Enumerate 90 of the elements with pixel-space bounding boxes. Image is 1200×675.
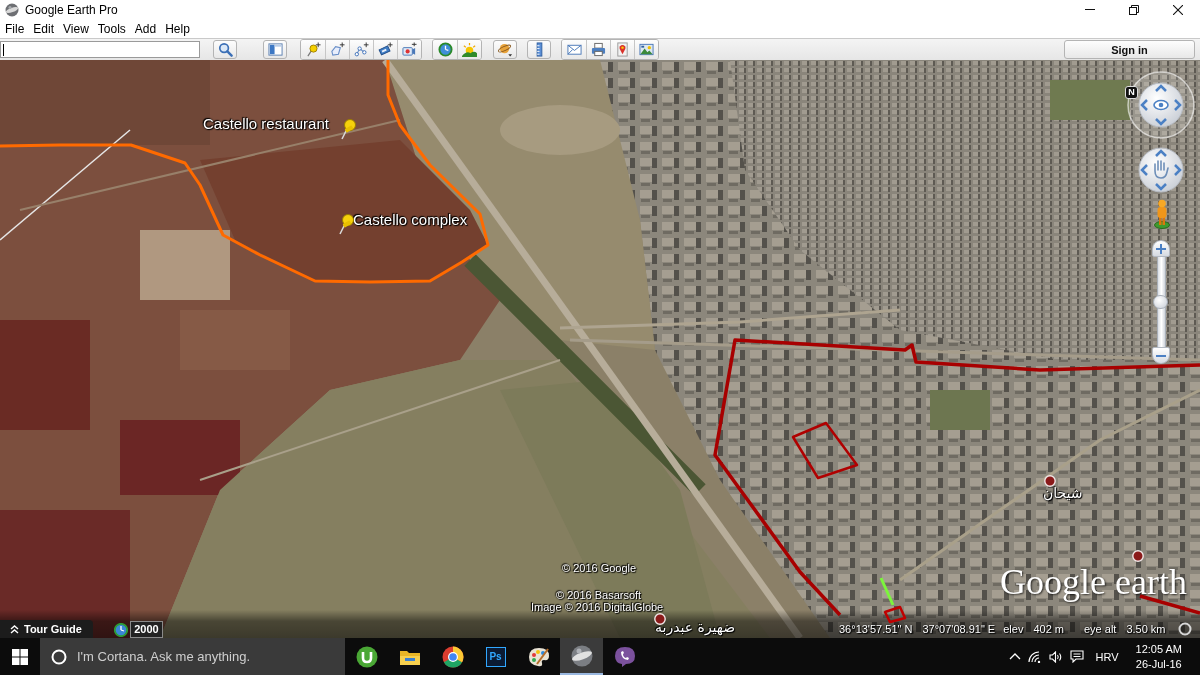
zoom-slider-track[interactable] (1156, 257, 1166, 347)
restore-icon (1129, 4, 1139, 15)
place-label: ضهيرة عبدربه (655, 619, 736, 636)
menu-item[interactable]: Tools (93, 19, 131, 38)
speaker-icon[interactable] (1049, 650, 1064, 663)
disc-logo-icon (355, 645, 378, 668)
sunlight-button[interactable] (457, 40, 481, 59)
windows-logo-icon (12, 648, 28, 665)
menu-item[interactable]: Add (130, 19, 162, 38)
language-indicator[interactable]: HRV (1095, 650, 1119, 663)
search-placeholder: I'm Cortana. Ask me anything. (77, 649, 250, 664)
move-control[interactable] (1138, 147, 1184, 193)
network-icon[interactable] (1028, 650, 1043, 663)
clock-icon (437, 42, 453, 57)
image-overlay-button[interactable] (373, 40, 397, 59)
attribution-text: © 2016 Basarsoft (556, 589, 642, 602)
placemark-label[interactable]: Castello complex (353, 211, 468, 229)
attribution-text: Image © 2016 DigitalGlobe (531, 601, 664, 614)
app-logo: Ps (485, 646, 506, 667)
search-ring-icon (51, 648, 67, 665)
taskbar-app-button[interactable] (560, 638, 603, 675)
taskbar-app-button[interactable]: Ps (474, 638, 517, 675)
add-path-button[interactable] (349, 40, 373, 59)
eye-alt-label: eye alt (1083, 623, 1117, 636)
save-image-button[interactable] (634, 40, 658, 59)
palette-icon (527, 645, 550, 668)
planet-button[interactable] (493, 40, 517, 59)
menu-item[interactable]: Help (161, 19, 195, 38)
north-button[interactable]: N (1125, 86, 1138, 99)
sign-in-button[interactable]: Sign in (1064, 40, 1195, 59)
sidebar-button[interactable] (263, 40, 287, 59)
polygon-icon (330, 42, 345, 57)
longitude-text: 37°07'08.91" E (922, 623, 996, 636)
eye-alt-value: 3.50 km (1126, 623, 1166, 636)
loading-ring-icon (1178, 622, 1192, 636)
close-icon (1173, 4, 1183, 15)
email-button[interactable] (562, 40, 586, 59)
clock-icon[interactable] (114, 623, 128, 637)
browser-icon (441, 645, 464, 668)
window-title: Google Earth Pro (25, 2, 118, 17)
camera-icon (402, 42, 417, 57)
notification-icon[interactable] (1070, 650, 1085, 663)
pushpin-icon (305, 42, 321, 57)
phone-bubble-icon (613, 645, 636, 668)
maps-button[interactable] (610, 40, 634, 59)
print-button[interactable] (586, 40, 610, 59)
attribution-text: © 2016 Google (562, 562, 637, 575)
double-chevron-icon (10, 624, 19, 634)
add-polygon-button[interactable] (325, 40, 349, 59)
sunrise-icon (462, 42, 477, 57)
place-dot-icon (1044, 475, 1056, 487)
place-dot-icon (1132, 550, 1144, 562)
person-icon[interactable] (1154, 199, 1170, 229)
tray-time[interactable]: 12:05 AM (1135, 641, 1182, 657)
picture-icon (639, 42, 654, 57)
chevron-up-icon[interactable] (1009, 653, 1022, 660)
printer-icon (591, 42, 606, 57)
look-control[interactable] (1126, 70, 1196, 140)
place-dot-icon (654, 613, 666, 625)
tile-icon (378, 42, 393, 57)
menu-item[interactable]: View (59, 19, 94, 38)
globe-icon (5, 2, 19, 17)
historical-imagery-button[interactable] (433, 40, 457, 59)
cortana-search-field[interactable]: I'm Cortana. Ask me anything. (40, 638, 345, 675)
minimize-icon (1085, 9, 1095, 10)
zoom-in-icon (1156, 243, 1166, 254)
sidebar-icon (267, 42, 283, 57)
latitude-text: 36°13'57.51" N (839, 623, 913, 636)
tour-guide-button[interactable]: Tour Guide (0, 620, 93, 638)
globe-icon (570, 644, 593, 667)
menu-item[interactable]: Edit (29, 19, 60, 38)
search-field[interactable] (0, 41, 200, 58)
elevation-label: elev (1003, 623, 1024, 636)
search-button[interactable] (213, 40, 237, 59)
placemark-label[interactable]: Castello restaurant (203, 115, 329, 133)
search-icon (217, 42, 233, 57)
imagery-year: 2000 (130, 621, 163, 638)
tray-date[interactable]: 26-Jul-16 (1135, 656, 1182, 672)
planet-icon (497, 42, 513, 57)
menu-item[interactable]: File (1, 19, 30, 38)
map-pin-icon (615, 42, 630, 57)
place-label: شيحان (1043, 485, 1083, 502)
add-placemark-button[interactable] (301, 40, 325, 59)
path-icon (354, 42, 369, 57)
zoom-out-icon (1156, 354, 1166, 357)
record-tour-button[interactable] (397, 40, 421, 59)
map-logo: Google earth (1000, 563, 1187, 601)
ruler-button[interactable] (527, 40, 551, 59)
envelope-icon (566, 42, 582, 57)
elevation-value: 402 m (1033, 623, 1064, 636)
